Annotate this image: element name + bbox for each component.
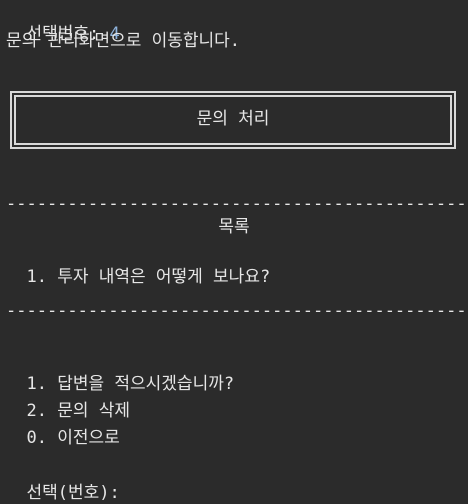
terminal-window: { "terminal": { "selection_label": "선택번호…: [0, 0, 468, 503]
menu-title-box: 문의 처리: [10, 91, 456, 149]
divider-top: ----------------------------------------…: [6, 194, 464, 214]
inquiry-number: 1.: [26, 267, 47, 287]
input-prompt: 선택(번호):: [26, 483, 120, 503]
menu-option-label: 이전으로: [57, 428, 120, 448]
input-cursor[interactable]: [120, 484, 129, 501]
menu-option-number: 0.: [26, 428, 47, 448]
inquiry-text: 투자 내역은 어떻게 보나요?: [57, 267, 271, 287]
divider-bottom: ----------------------------------------…: [6, 301, 464, 321]
list-header: 목록: [218, 217, 250, 237]
menu-title: 문의 처리: [196, 109, 270, 129]
inquiry-item: 1. 투자 내역은 어떻게 보나요?: [6, 244, 270, 288]
menu-option-back: 0. 이전으로: [6, 405, 120, 449]
navigate-message: 문의 관리화면으로 이동합니다.: [6, 31, 241, 51]
input-prompt-line[interactable]: 선택(번호):: [6, 460, 129, 504]
